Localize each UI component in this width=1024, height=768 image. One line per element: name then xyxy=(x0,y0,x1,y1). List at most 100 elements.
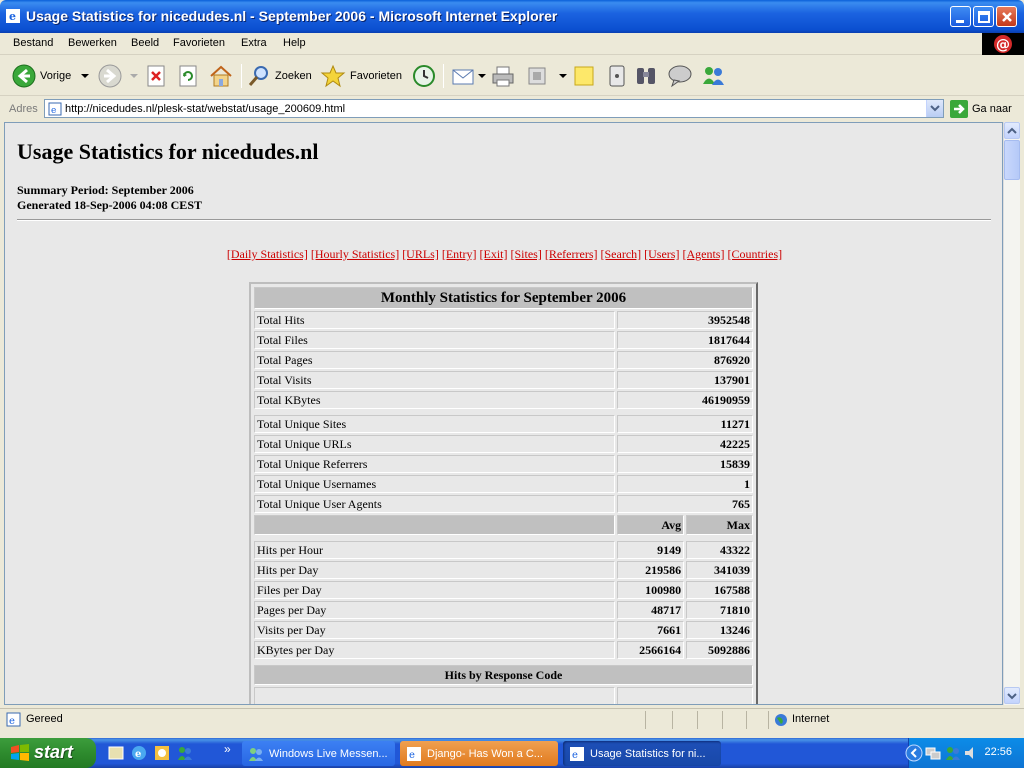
research-button[interactable] xyxy=(634,62,660,90)
chevron-down-icon xyxy=(130,74,138,78)
note-icon xyxy=(574,66,594,86)
brand-logo: @ xyxy=(982,33,1024,55)
messenger-people-icon xyxy=(703,67,724,85)
network-icon[interactable] xyxy=(925,745,941,761)
internet-explorer-quicklaunch-icon[interactable]: e xyxy=(131,745,147,761)
internet-explorer-icon: e xyxy=(570,746,584,761)
page-title: Usage Statistics for nicedudes.nl xyxy=(17,139,319,164)
forward-button[interactable] xyxy=(98,62,140,90)
link-daily-statistics[interactable]: [Daily Statistics] xyxy=(227,247,308,261)
table-row: Pages per Day 48717 71810 xyxy=(254,601,753,619)
response-code-heading: Hits by Response Code xyxy=(254,665,753,685)
link-urls[interactable]: [URLs] xyxy=(402,247,439,261)
favorites-button[interactable]: Favorieten xyxy=(320,62,402,90)
link-entry[interactable]: [Entry] xyxy=(442,247,477,261)
tray-expand-icon[interactable] xyxy=(905,744,923,762)
link-sites[interactable]: [Sites] xyxy=(511,247,542,261)
svg-text:@: @ xyxy=(996,37,1010,53)
avg-max-header-row: Avg Max xyxy=(254,515,753,535)
note-button[interactable] xyxy=(572,62,596,90)
menu-help[interactable]: Help xyxy=(283,37,306,49)
link-users[interactable]: [Users] xyxy=(644,247,679,261)
discuss-button[interactable] xyxy=(666,62,694,90)
page-content: Usage Statistics for nicedudes.nl Summar… xyxy=(4,122,1003,705)
menu-bestand[interactable]: Bestand xyxy=(13,37,53,49)
svg-text:e: e xyxy=(135,749,141,760)
explorer-quicklaunch-icon[interactable] xyxy=(108,745,124,761)
messenger-tray-icon[interactable] xyxy=(945,745,961,761)
chevron-up-icon xyxy=(1007,127,1017,134)
page-icon: e xyxy=(48,102,62,116)
refresh-button[interactable] xyxy=(178,62,200,90)
clock-quicklaunch-icon[interactable] xyxy=(154,745,170,761)
summary-period: Summary Period: September 2006 xyxy=(17,183,194,197)
search-icon xyxy=(248,66,268,86)
back-button[interactable]: Vorige xyxy=(12,62,91,90)
table-row: Hits per Day 219586 341039 xyxy=(254,561,753,579)
close-button[interactable] xyxy=(996,6,1017,27)
vertical-scrollbar[interactable] xyxy=(1003,122,1020,705)
address-dropdown-button[interactable] xyxy=(926,100,943,117)
maximize-icon xyxy=(978,11,990,23)
chevron-down-icon xyxy=(930,105,940,112)
svg-text:e: e xyxy=(9,716,15,727)
search-button[interactable]: Zoeken xyxy=(247,62,312,90)
task-usage-statistics[interactable]: e Usage Statistics for ni... xyxy=(563,741,721,766)
chevron-expand-icon[interactable]: » xyxy=(224,742,231,756)
go-arrow-icon xyxy=(950,100,968,118)
toolbar: Vorige Zoeken Favorieten xyxy=(0,56,1024,96)
link-agents[interactable]: [Agents] xyxy=(682,247,724,261)
table-row: KBytes per Day 2566164 5092886 xyxy=(254,641,753,659)
printer-icon xyxy=(492,66,514,87)
table-row xyxy=(254,687,753,704)
link-referrers[interactable]: [Referrers] xyxy=(545,247,598,261)
window-title: Usage Statistics for nicedudes.nl - Sept… xyxy=(26,8,558,24)
windows-logo-icon xyxy=(11,744,29,761)
link-exit[interactable]: [Exit] xyxy=(480,247,508,261)
table-row: Hits per Hour 9149 43322 xyxy=(254,541,753,559)
back-arrow-icon xyxy=(12,64,36,88)
menu-beeld[interactable]: Beeld xyxy=(131,37,159,49)
scroll-thumb[interactable] xyxy=(1004,140,1020,180)
history-button[interactable] xyxy=(412,62,436,90)
scroll-up-button[interactable] xyxy=(1004,122,1020,139)
print-button[interactable] xyxy=(490,62,516,90)
window-title-bar[interactable]: e Usage Statistics for nicedudes.nl - Se… xyxy=(0,0,1024,33)
go-button[interactable]: Ga naar xyxy=(950,100,1012,118)
svg-text:e: e xyxy=(409,750,415,761)
task-windows-live-messenger[interactable]: Windows Live Messen... xyxy=(242,741,395,766)
divider xyxy=(17,219,991,221)
forward-arrow-icon xyxy=(98,64,122,88)
minimize-button[interactable] xyxy=(950,6,971,27)
mail-button[interactable] xyxy=(451,62,487,90)
link-search[interactable]: [Search] xyxy=(601,247,642,261)
maximize-button[interactable] xyxy=(973,6,994,27)
generated-date: Generated 18-Sep-2006 04:08 CEST xyxy=(17,198,202,212)
edit-button[interactable] xyxy=(526,62,568,90)
start-button[interactable]: start xyxy=(0,738,96,768)
chevron-down-icon xyxy=(478,74,486,78)
link-hourly-statistics[interactable]: [Hourly Statistics] xyxy=(311,247,399,261)
messenger-button[interactable] xyxy=(700,62,726,90)
link-countries[interactable]: [Countries] xyxy=(727,247,782,261)
table-row: Total Pages 876920 xyxy=(254,351,753,369)
menu-bewerken[interactable]: Bewerken xyxy=(68,37,117,49)
chevron-down-icon xyxy=(1007,693,1017,700)
mail-icon xyxy=(452,69,474,85)
star-icon xyxy=(320,64,346,88)
menu-bar: Bestand Bewerken Beeld Favorieten Extra … xyxy=(0,33,1024,55)
at-sign-icon: @ xyxy=(994,35,1012,53)
task-django[interactable]: e Django- Has Won a C... xyxy=(400,741,558,766)
stop-button[interactable] xyxy=(146,62,168,90)
messenger-quicklaunch-icon[interactable] xyxy=(177,745,193,761)
svg-text:e: e xyxy=(51,106,56,116)
internet-explorer-icon: e xyxy=(407,746,421,761)
messenger-panel-button[interactable] xyxy=(606,62,628,90)
menu-favorieten[interactable]: Favorieten xyxy=(173,37,225,49)
table-row: Total KBytes 46190959 xyxy=(254,391,753,409)
scroll-down-button[interactable] xyxy=(1004,687,1020,704)
volume-icon[interactable] xyxy=(963,745,979,761)
home-button[interactable] xyxy=(208,62,234,90)
menu-extra[interactable]: Extra xyxy=(241,37,267,49)
address-input[interactable]: e http://nicedudes.nl/plesk-stat/webstat… xyxy=(44,99,944,118)
